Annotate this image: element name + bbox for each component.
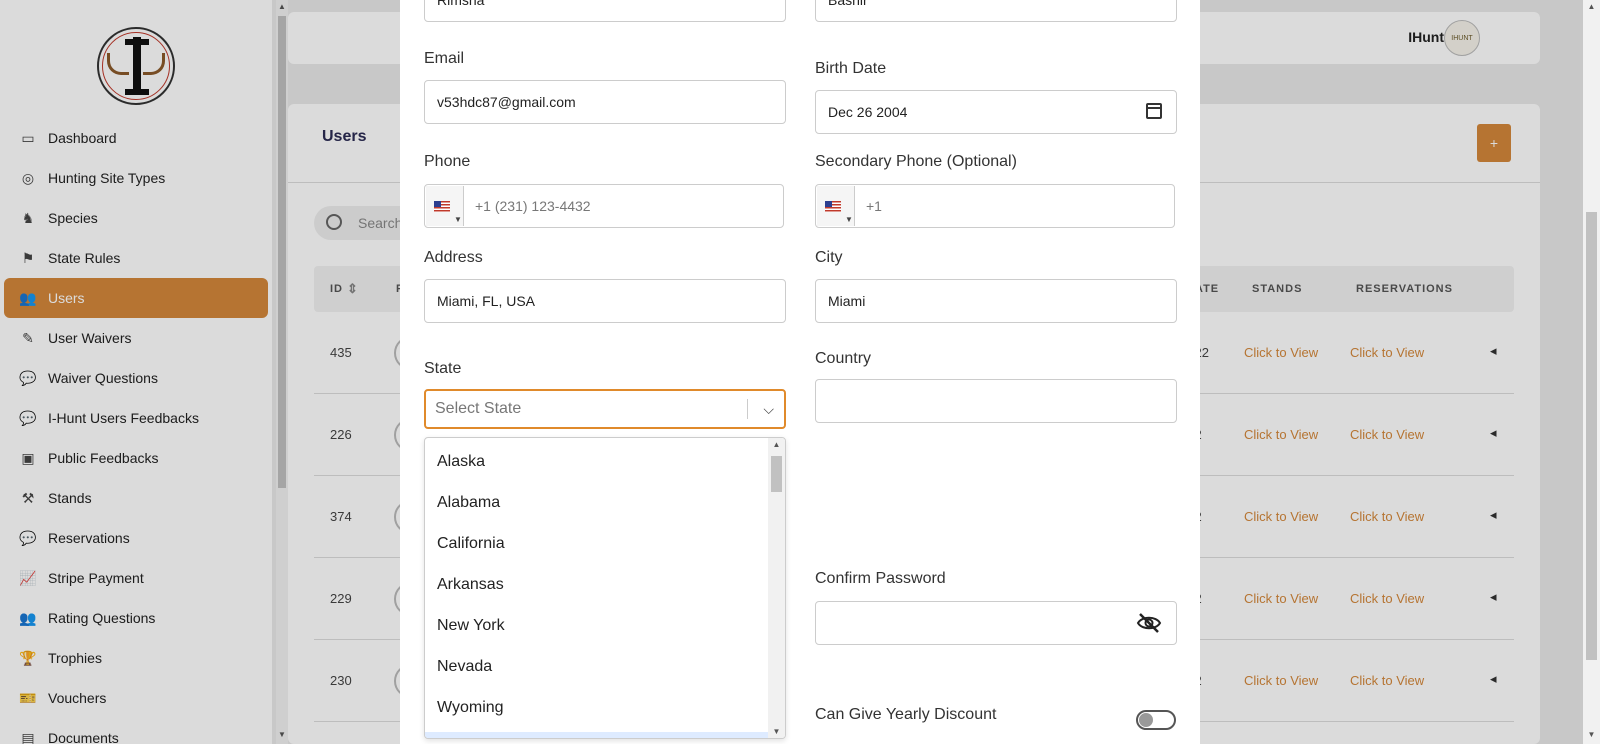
state-dropdown-menu: Alaska Alabama California Arkansas New York N… (424, 437, 786, 739)
country-field[interactable] (815, 379, 1177, 423)
chevron-down-icon: ▼ (845, 215, 853, 224)
calendar-icon[interactable] (1146, 103, 1162, 119)
dropdown-scroll-down-icon[interactable]: ▼ (768, 727, 785, 736)
page-scroll-down-icon[interactable]: ▼ (1583, 730, 1600, 739)
address-label: Address (424, 249, 483, 266)
address-field[interactable]: Miami, FL, USA (424, 279, 786, 323)
country-label: Country (815, 350, 872, 367)
first-name-field[interactable]: Rimsha (424, 0, 786, 22)
birth-date-value: Dec 26 2004 (828, 104, 908, 120)
state-option[interactable]: New York (425, 605, 769, 646)
state-option[interactable]: California (425, 523, 769, 564)
edit-user-modal: Rimsha Bashir Email v53hdc87@gmail.com B… (400, 0, 1200, 744)
yearly-discount-toggle[interactable] (1136, 710, 1176, 730)
eye-off-icon[interactable] (1136, 612, 1162, 634)
state-option[interactable]: Nevada (425, 646, 769, 687)
dropdown-scroll-up-icon[interactable]: ▲ (768, 440, 785, 449)
email-field[interactable]: v53hdc87@gmail.com (424, 80, 786, 124)
chevron-down-icon: ▼ (454, 215, 462, 224)
state-option-highlighted[interactable] (425, 732, 769, 738)
select-separator (747, 399, 748, 419)
city-label: City (815, 249, 843, 266)
chevron-down-icon[interactable]: ⌵ (763, 391, 774, 427)
us-flag-icon (434, 201, 450, 212)
dropdown-scroll-thumb[interactable] (771, 456, 782, 492)
phone-country-selector[interactable]: ▼ (426, 186, 464, 226)
secondary-phone-value: +1 (866, 198, 882, 214)
email-label: Email (424, 50, 465, 67)
toggle-knob (1139, 713, 1153, 727)
birth-date-label: Birth Date (815, 60, 887, 77)
page-scrollbar[interactable]: ▲ ▼ (1583, 0, 1600, 744)
confirm-password-field[interactable] (815, 601, 1177, 645)
state-label: State (424, 360, 462, 377)
phone-placeholder: +1 (231) 123-4432 (475, 198, 591, 214)
state-option[interactable]: Alabama (425, 482, 769, 523)
last-name-field[interactable]: Bashir (815, 0, 1177, 22)
phone-label: Phone (424, 153, 471, 170)
state-option[interactable]: Arkansas (425, 564, 769, 605)
state-option[interactable]: Wyoming (425, 687, 769, 728)
page-scroll-up-icon[interactable]: ▲ (1583, 2, 1600, 11)
state-option[interactable]: Alaska (425, 441, 769, 482)
yearly-discount-label: Can Give Yearly Discount (815, 706, 997, 723)
secondary-phone-label: Secondary Phone (Optional) (815, 153, 1017, 170)
birth-date-field[interactable]: Dec 26 2004 (815, 90, 1177, 134)
secondary-phone-field[interactable]: ▼ +1 (815, 184, 1175, 228)
city-field[interactable]: Miami (815, 279, 1177, 323)
confirm-password-label: Confirm Password (815, 570, 946, 587)
secondary-phone-country-selector[interactable]: ▼ (817, 186, 855, 226)
dropdown-scrollbar[interactable]: ▲ ▼ (768, 438, 785, 738)
us-flag-icon (825, 201, 841, 212)
page-scroll-thumb[interactable] (1586, 212, 1597, 660)
state-placeholder: Select State (435, 400, 522, 417)
phone-field[interactable]: ▼ +1 (231) 123-4432 (424, 184, 784, 228)
state-select[interactable]: Select State ⌵ (424, 389, 786, 429)
